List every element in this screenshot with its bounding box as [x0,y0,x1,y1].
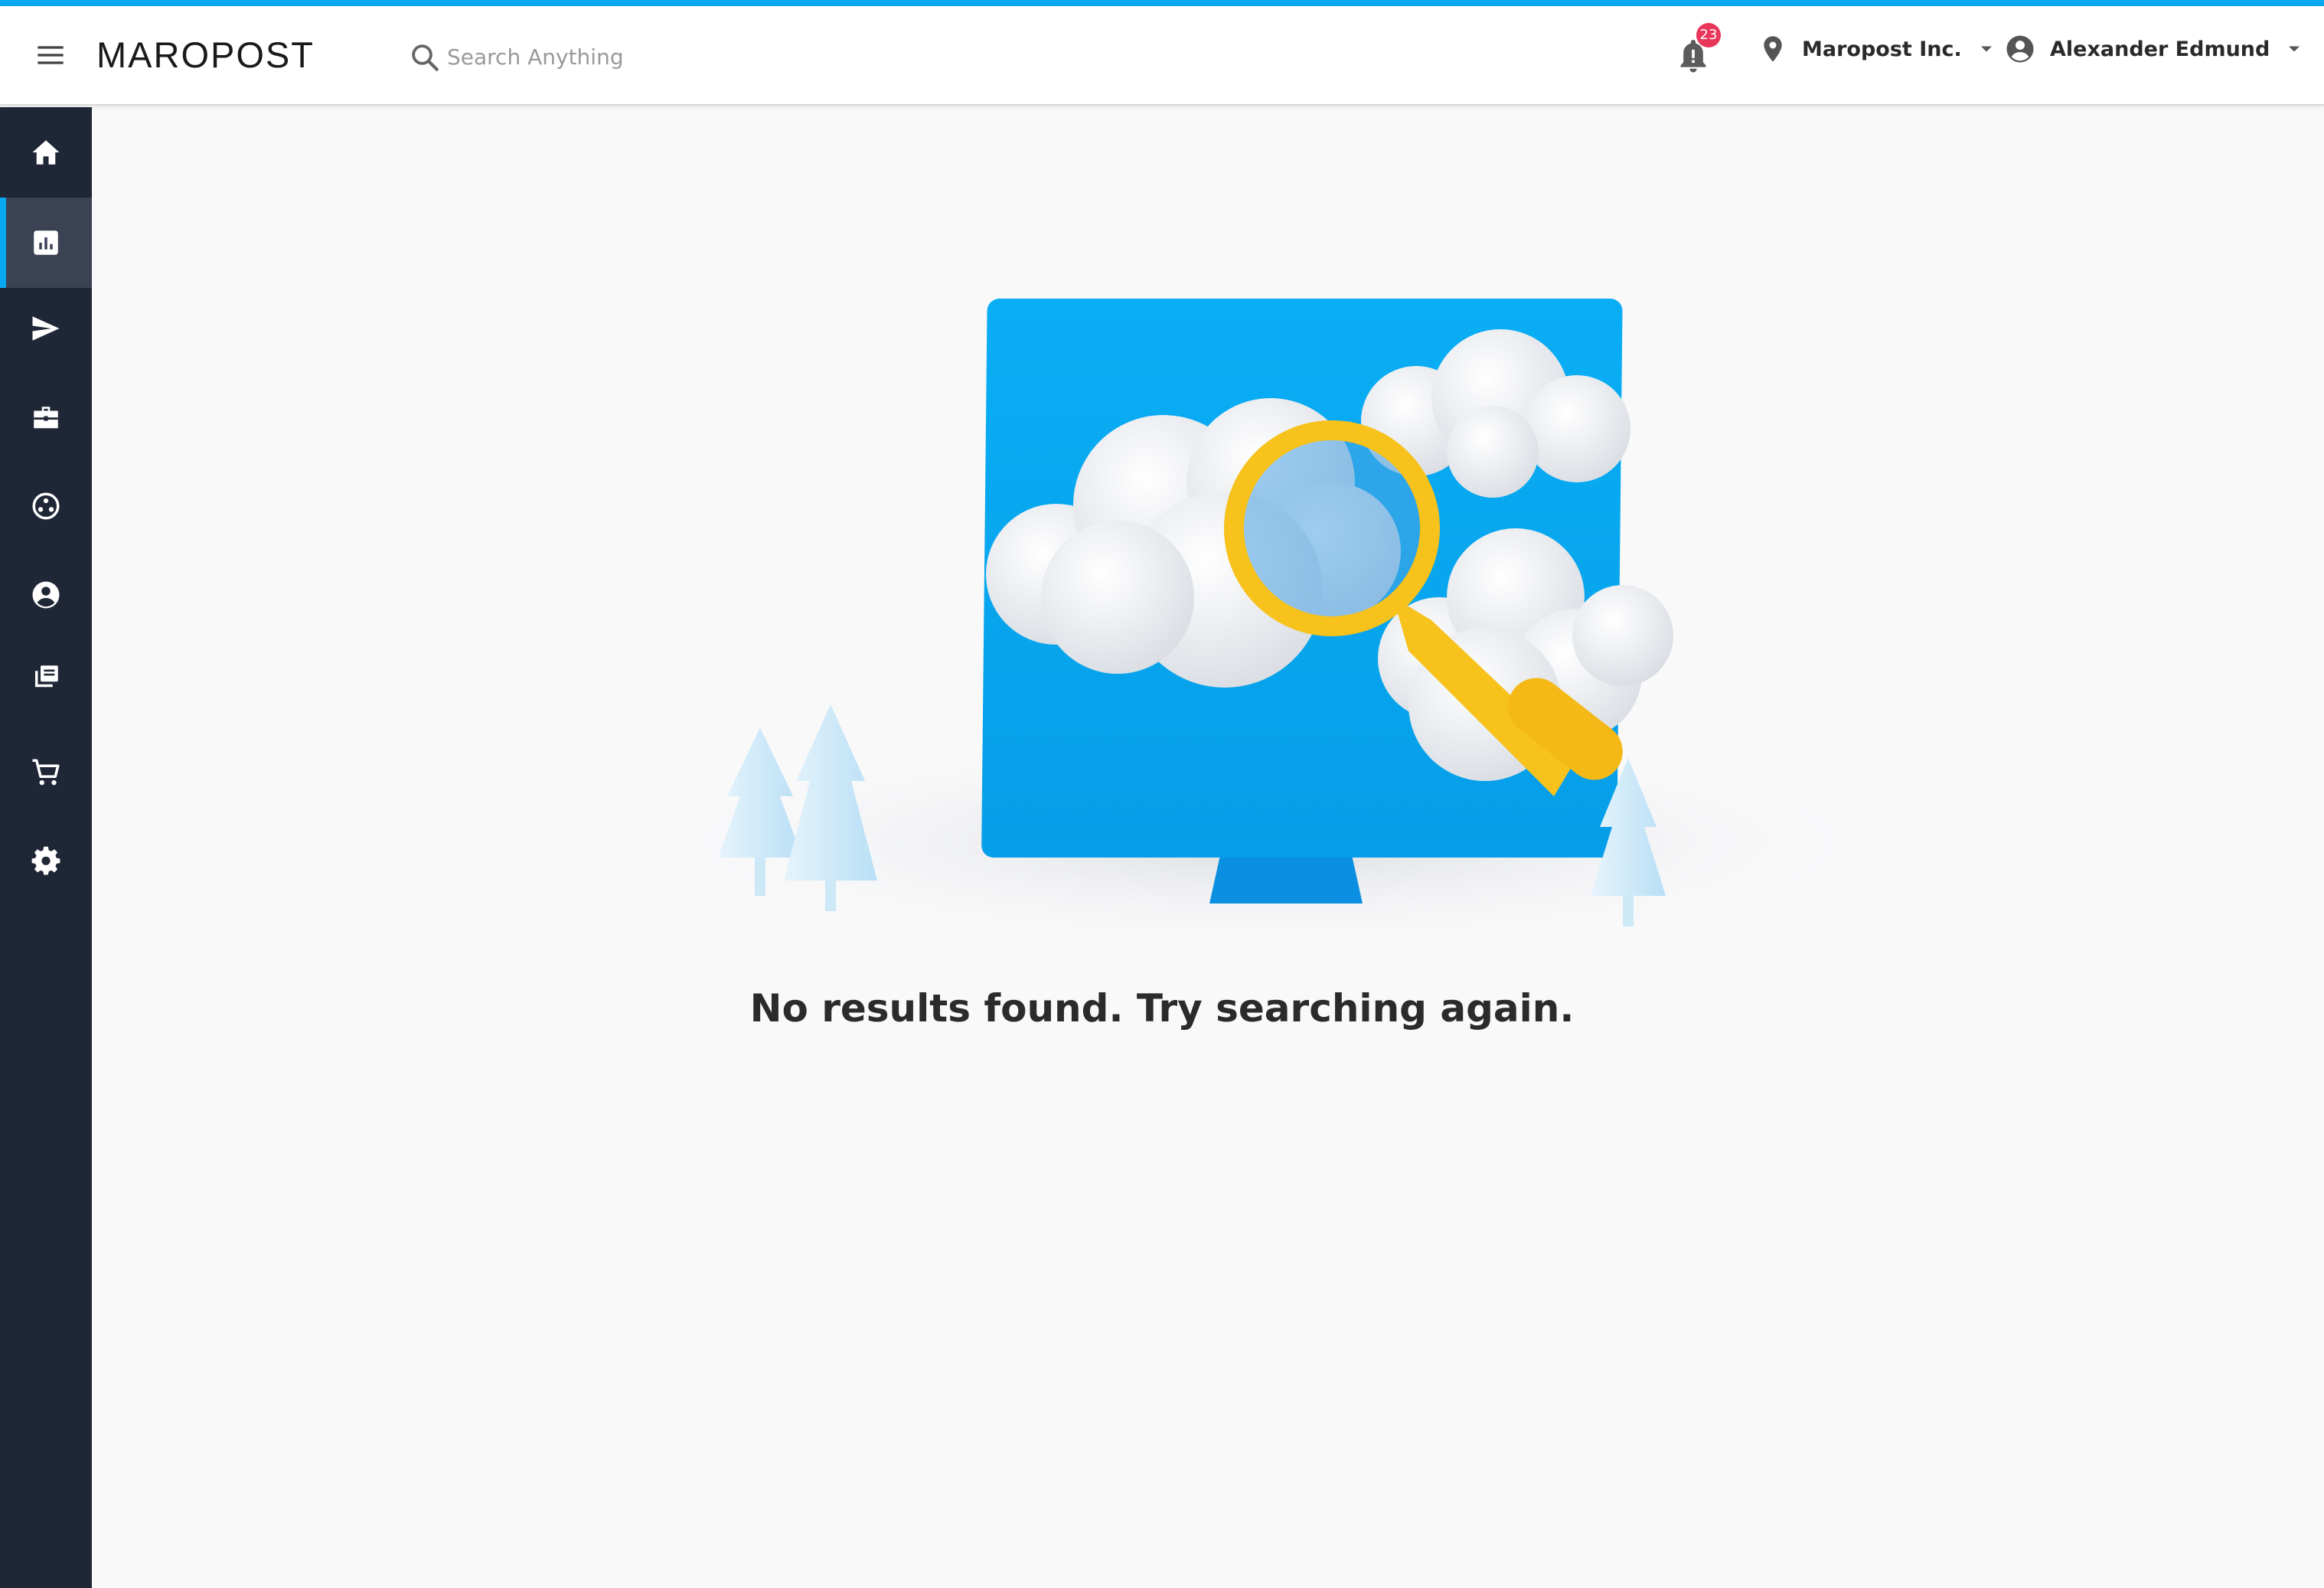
user-dropdown[interactable]: Alexander Edmund [2004,28,2305,70]
sidebar-nav [0,107,92,1588]
sidebar-item-home[interactable] [0,107,92,198]
main-content: No results found. Try searching again. [92,107,2324,1588]
sidebar-item-campaigns[interactable] [0,283,92,374]
sidebar-item-commerce[interactable] [0,727,92,818]
home-icon [32,140,60,165]
location-pin-icon [1764,36,1782,62]
cart-icon [32,759,60,786]
chevron-down-icon [2289,46,2300,52]
notification-count-badge: 23 [1696,23,1721,47]
library-icon [35,665,58,688]
no-results-illustration [628,299,1914,957]
empty-state-message: No results found. Try searching again. [749,986,1575,1031]
segments-icon [32,492,60,520]
sidebar-item-contacts[interactable] [0,550,92,640]
hamburger-menu-icon[interactable] [35,40,66,70]
organization-label: Maropost Inc. [1802,37,1962,61]
sidebar-item-segments[interactable] [0,461,92,551]
user-name-label: Alexander Edmund [2050,37,2270,61]
sidebar-item-settings[interactable] [0,816,92,907]
organization-dropdown[interactable]: Maropost Inc. [1758,28,1997,70]
sidebar-item-workspace[interactable] [0,374,92,464]
analytics-chart-icon [34,230,58,255]
briefcase-icon [34,407,58,429]
sidebar-item-analytics[interactable] [0,198,92,288]
search-input[interactable] [447,37,830,77]
maropost-logo[interactable]: MAROPOST [96,32,315,78]
settings-gear-icon [31,846,60,875]
chevron-down-icon [1980,46,1992,52]
search-icon [412,44,439,71]
contact-icon [32,581,60,609]
account-circle-icon [2006,35,2034,63]
send-icon [32,316,60,341]
global-search [409,34,837,80]
top-accent-bar [0,0,2324,6]
sidebar-item-library[interactable] [0,632,92,723]
